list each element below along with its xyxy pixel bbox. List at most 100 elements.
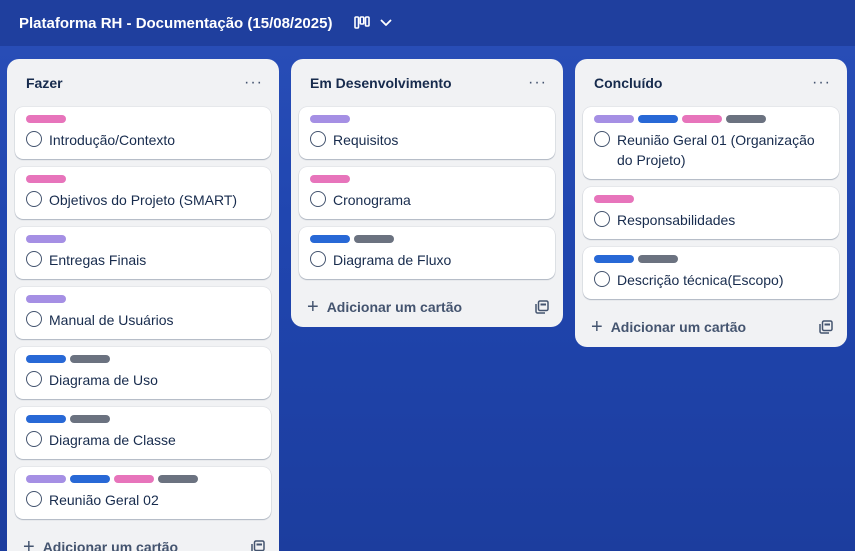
add-card-button[interactable]: + Adicionar um cartão (591, 317, 746, 337)
label-pink[interactable] (682, 115, 722, 123)
complete-checkbox-icon[interactable] (594, 131, 610, 147)
card-title: Reunião Geral 01 (Organização do Projeto… (617, 132, 815, 168)
card-labels (26, 295, 259, 303)
list-title[interactable]: Fazer (26, 75, 63, 91)
label-pink[interactable] (114, 475, 154, 483)
card[interactable]: Diagrama de Classe (15, 407, 271, 459)
label-gray[interactable] (354, 235, 394, 243)
complete-checkbox-icon[interactable] (26, 311, 42, 327)
label-blue[interactable] (26, 415, 66, 423)
card-title: Responsabilidades (617, 212, 736, 228)
card[interactable]: Diagrama de Fluxo (299, 227, 555, 279)
card-row: Responsabilidades (594, 210, 827, 230)
list-column: Em Desenvolvimento ··· Requisitos Cronogram… (291, 59, 563, 327)
add-card-button[interactable]: + Adicionar um cartão (307, 297, 462, 317)
label-pink[interactable] (310, 175, 350, 183)
label-pink[interactable] (594, 195, 634, 203)
label-pink[interactable] (26, 175, 66, 183)
complete-checkbox-icon[interactable] (310, 131, 326, 147)
card-row: Introdução/Contexto (26, 130, 259, 150)
card-list: Requisitos Cronograma Diagrama de Fluxo (291, 107, 563, 279)
label-purple[interactable] (594, 115, 634, 123)
label-gray[interactable] (70, 415, 110, 423)
complete-checkbox-icon[interactable] (26, 431, 42, 447)
plus-icon: + (23, 536, 35, 551)
add-card-row: + Adicionar um cartão (291, 287, 563, 327)
add-card-button[interactable]: + Adicionar um cartão (23, 537, 178, 551)
card[interactable]: Manual de Usuários (15, 287, 271, 339)
complete-checkbox-icon[interactable] (26, 251, 42, 267)
complete-checkbox-icon[interactable] (594, 211, 610, 227)
list-column: Fazer ··· Introdução/Contexto Objetivos do … (7, 59, 279, 551)
label-gray[interactable] (70, 355, 110, 363)
label-blue[interactable] (26, 355, 66, 363)
card[interactable]: Reunião Geral 02 (15, 467, 271, 519)
card-template-icon[interactable] (251, 540, 265, 551)
board-header: Plataforma RH - Documentação (15/08/2025… (0, 0, 855, 46)
label-gray[interactable] (726, 115, 766, 123)
label-blue[interactable] (638, 115, 678, 123)
label-gray[interactable] (158, 475, 198, 483)
card-row: Diagrama de Classe (26, 430, 259, 450)
card-labels (26, 355, 259, 363)
complete-checkbox-icon[interactable] (26, 191, 42, 207)
card-row: Requisitos (310, 130, 543, 150)
label-gray[interactable] (638, 255, 678, 263)
card-title: Cronograma (333, 192, 411, 208)
board-view-switcher[interactable] (354, 16, 392, 30)
complete-checkbox-icon[interactable] (26, 371, 42, 387)
card[interactable]: Introdução/Contexto (15, 107, 271, 159)
complete-checkbox-icon[interactable] (310, 251, 326, 267)
chevron-down-icon (380, 19, 392, 27)
card-list: Reunião Geral 01 (Organização do Projeto… (575, 107, 847, 299)
add-card-row: + Adicionar um cartão (575, 307, 847, 347)
card[interactable]: Cronograma (299, 167, 555, 219)
card-title: Objetivos do Projeto (SMART) (49, 192, 238, 208)
label-blue[interactable] (310, 235, 350, 243)
plus-icon: + (591, 316, 603, 338)
card-labels (594, 195, 827, 203)
list-menu-button[interactable]: ··· (240, 74, 267, 92)
list-title[interactable]: Em Desenvolvimento (310, 75, 452, 91)
list-menu-button[interactable]: ··· (524, 74, 551, 92)
complete-checkbox-icon[interactable] (26, 131, 42, 147)
label-purple[interactable] (26, 295, 66, 303)
card[interactable]: Responsabilidades (583, 187, 839, 239)
list-header: Em Desenvolvimento ··· (291, 59, 563, 107)
card-row: Diagrama de Uso (26, 370, 259, 390)
card[interactable]: Entregas Finais (15, 227, 271, 279)
card[interactable]: Reunião Geral 01 (Organização do Projeto… (583, 107, 839, 179)
label-purple[interactable] (26, 235, 66, 243)
card-row: Manual de Usuários (26, 310, 259, 330)
card[interactable]: Objetivos do Projeto (SMART) (15, 167, 271, 219)
card-labels (26, 115, 259, 123)
card-list: Introdução/Contexto Objetivos do Projeto … (7, 107, 279, 519)
add-card-label: Adicionar um cartão (326, 299, 463, 315)
label-pink[interactable] (26, 115, 66, 123)
complete-checkbox-icon[interactable] (594, 271, 610, 287)
card-labels (310, 115, 543, 123)
card-template-icon[interactable] (819, 320, 833, 334)
card[interactable]: Diagrama de Uso (15, 347, 271, 399)
complete-checkbox-icon[interactable] (26, 491, 42, 507)
label-purple[interactable] (310, 115, 350, 123)
card-labels (26, 415, 259, 423)
board-title[interactable]: Plataforma RH - Documentação (15/08/2025… (19, 15, 332, 32)
card-row: Reunião Geral 01 (Organização do Projeto… (594, 130, 827, 170)
list-column: Concluído ··· Reunião Geral 01 (Organizaçã… (575, 59, 847, 347)
card-title: Requisitos (333, 132, 399, 148)
label-blue[interactable] (594, 255, 634, 263)
card-row: Cronograma (310, 190, 543, 210)
list-menu-button[interactable]: ··· (808, 74, 835, 92)
label-purple[interactable] (26, 475, 66, 483)
plus-icon: + (307, 296, 319, 318)
complete-checkbox-icon[interactable] (310, 191, 326, 207)
card-title: Descrição técnica(Escopo) (617, 272, 784, 288)
label-blue[interactable] (70, 475, 110, 483)
card-template-icon[interactable] (535, 300, 549, 314)
card-row: Reunião Geral 02 (26, 490, 259, 510)
list-title[interactable]: Concluído (594, 75, 662, 91)
card[interactable]: Descrição técnica(Escopo) (583, 247, 839, 299)
card-title: Diagrama de Fluxo (333, 252, 452, 268)
card[interactable]: Requisitos (299, 107, 555, 159)
